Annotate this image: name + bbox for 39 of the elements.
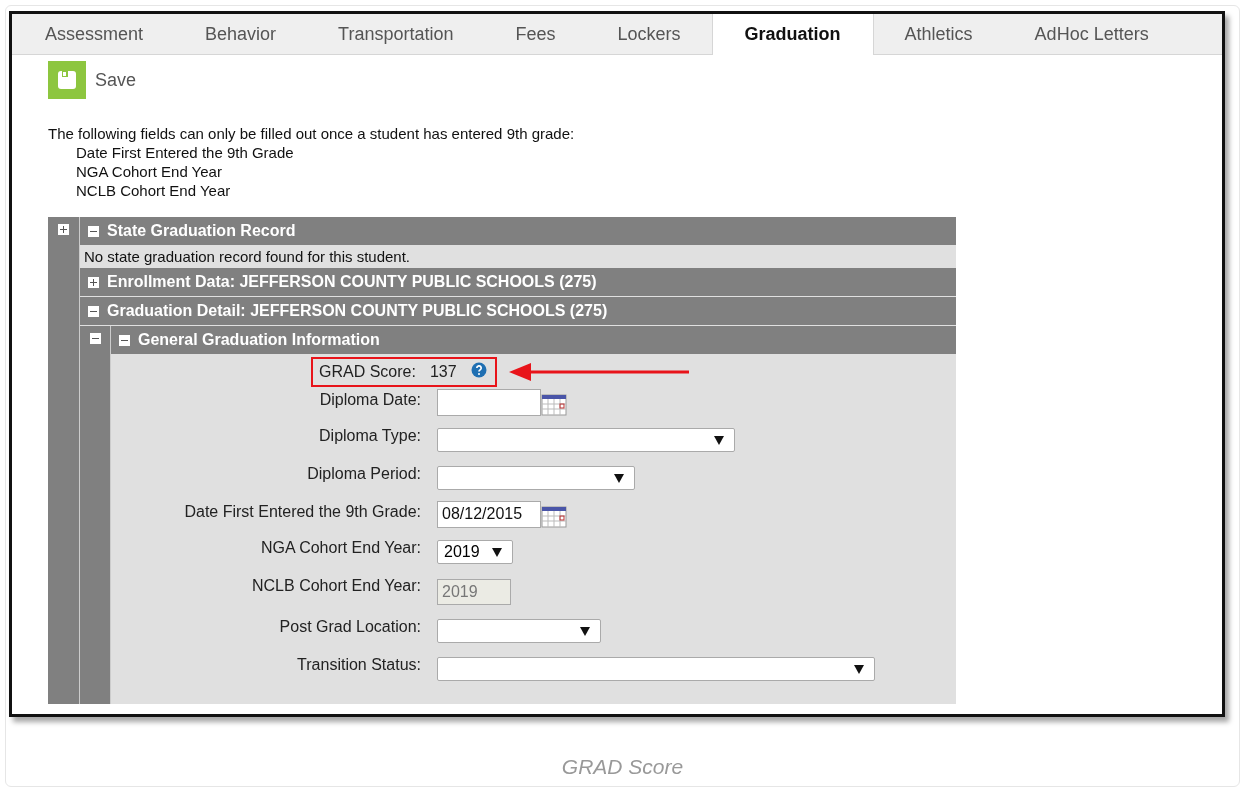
dropdown[interactable]: 2019 bbox=[437, 540, 513, 564]
calendar-icon[interactable] bbox=[541, 504, 567, 528]
field-label: GRAD Score: bbox=[319, 363, 416, 381]
date-field[interactable]: 08/12/2015 bbox=[437, 501, 541, 528]
tab[interactable]: Fees bbox=[484, 14, 587, 54]
field-label: NCLB Cohort End Year: bbox=[251, 576, 421, 595]
toggle-icon[interactable] bbox=[58, 224, 69, 235]
field-label: Date First Entered the 9th Grade: bbox=[183, 502, 421, 521]
save-icon bbox=[48, 61, 86, 99]
caret-icon bbox=[854, 664, 864, 674]
tab[interactable]: Transportation bbox=[307, 14, 485, 54]
notice-item: NCLB Cohort End Year bbox=[75, 181, 232, 200]
readonly-field: 2019 bbox=[437, 579, 511, 605]
tab[interactable]: Athletics bbox=[873, 14, 1004, 54]
toggle-icon[interactable] bbox=[89, 333, 101, 344]
notice-text: The following fields can only be filled out once a student has entered 9th grade: bbox=[48, 124, 576, 143]
date-field[interactable] bbox=[437, 389, 541, 416]
field-label: Post Grad Location: bbox=[278, 617, 421, 636]
figure-caption: GRAD Score bbox=[560, 755, 685, 779]
field-label: NGA Cohort End Year: bbox=[259, 538, 421, 557]
empty-message: No state graduation record found for this student. bbox=[80, 245, 956, 267]
caret-icon bbox=[580, 626, 590, 636]
notice-item: Date First Entered the 9th Grade bbox=[75, 143, 295, 162]
field-label: Diploma Type: bbox=[318, 426, 421, 445]
field-label: Diploma Period: bbox=[306, 464, 421, 483]
tab[interactable]: Behavior bbox=[174, 14, 308, 54]
calendar-icon[interactable] bbox=[541, 392, 567, 416]
save-button[interactable]: Save bbox=[48, 61, 137, 99]
caret-icon bbox=[714, 435, 724, 445]
tab[interactable]: Graduation bbox=[711, 14, 874, 55]
field-label: Transition Status: bbox=[296, 655, 421, 674]
notice-item: NGA Cohort End Year bbox=[75, 162, 223, 181]
field-label: Diploma Date: bbox=[318, 390, 421, 409]
score-value: 137 bbox=[429, 363, 457, 381]
caret-icon bbox=[492, 547, 502, 557]
tab[interactable]: Assessment bbox=[14, 14, 175, 54]
caret-icon bbox=[614, 473, 624, 483]
tab[interactable]: AdHoc Letters bbox=[1003, 14, 1180, 54]
tab[interactable]: Lockers bbox=[586, 14, 712, 54]
